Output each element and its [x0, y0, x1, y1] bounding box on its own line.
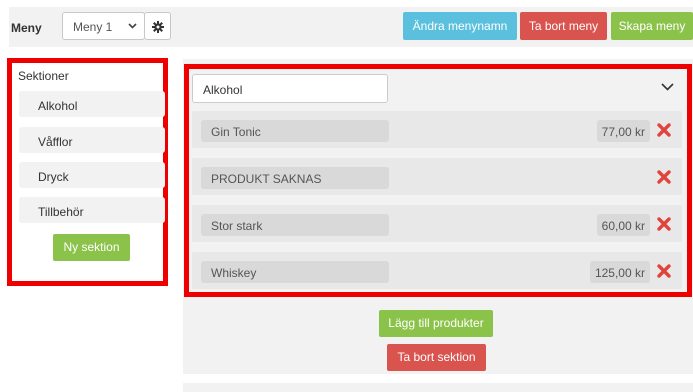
- chevron-down-icon: [128, 21, 137, 31]
- product-row: PRODUKT SAKNAS: [192, 158, 682, 195]
- product-row: Gin Tonic 77,00 kr: [192, 111, 682, 148]
- delete-section-button[interactable]: Ta bort sektion: [387, 344, 486, 371]
- sidebar-item-alkohol[interactable]: Alkohol: [19, 91, 165, 117]
- close-icon[interactable]: [657, 217, 671, 231]
- sidebar-item-tillbehor[interactable]: Tillbehör: [19, 197, 165, 223]
- chevron-down-icon[interactable]: [661, 80, 674, 94]
- menu-select-value: Meny 1: [73, 20, 113, 34]
- add-products-button[interactable]: Lägg till produkter: [379, 310, 493, 337]
- product-name[interactable]: Whiskey: [201, 261, 389, 283]
- close-icon[interactable]: [657, 170, 671, 184]
- create-menu-button[interactable]: Skapa meny: [611, 12, 693, 40]
- rename-menu-button[interactable]: Ändra menynamn: [403, 12, 517, 40]
- product-price[interactable]: 125,00 kr: [589, 261, 650, 283]
- next-section-panel: [183, 383, 693, 392]
- section-name-input[interactable]: Alkohol: [192, 74, 388, 103]
- menu-settings-button[interactable]: [144, 12, 171, 40]
- menu-label: Meny: [11, 21, 42, 35]
- sidebar-title: Sektioner: [18, 69, 69, 83]
- sidebar-item-dryck[interactable]: Dryck: [19, 162, 165, 188]
- product-row: Stor stark 60,00 kr: [192, 205, 682, 242]
- new-section-button[interactable]: Ny sektion: [53, 234, 130, 261]
- menu-select[interactable]: Meny 1: [62, 12, 145, 40]
- product-row: Whiskey 125,00 kr: [192, 252, 682, 289]
- gear-icon: [152, 21, 164, 33]
- product-price[interactable]: 77,00 kr: [596, 120, 650, 142]
- close-icon[interactable]: [657, 264, 671, 278]
- product-name[interactable]: Stor stark: [201, 214, 389, 236]
- close-icon[interactable]: [657, 123, 671, 137]
- product-name[interactable]: Gin Tonic: [201, 120, 389, 142]
- sidebar-item-vafflor[interactable]: Våfflor: [19, 127, 165, 153]
- product-name[interactable]: PRODUKT SAKNAS: [201, 167, 389, 189]
- product-price[interactable]: 60,00 kr: [596, 214, 650, 236]
- delete-menu-button[interactable]: Ta bort meny: [520, 12, 607, 40]
